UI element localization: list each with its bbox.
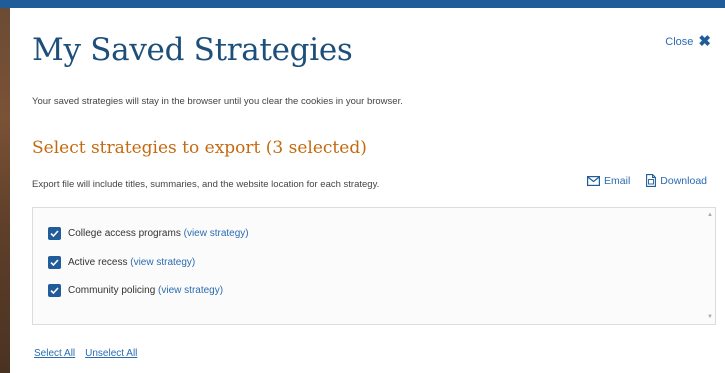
envelope-icon: [587, 175, 601, 186]
export-actions: Email Download: [587, 174, 707, 187]
email-label: Email: [604, 174, 631, 187]
download-button[interactable]: Download: [646, 174, 707, 187]
saved-strategies-modal: My Saved Strategies Close ✖ Your saved s…: [10, 8, 725, 373]
list-item: College access programs (view strategy): [48, 227, 249, 240]
close-label: Close: [665, 35, 694, 48]
checkmark-icon: [50, 287, 59, 294]
strategy-checkbox[interactable]: [48, 284, 61, 297]
email-button[interactable]: Email: [587, 174, 630, 187]
strategy-checkbox[interactable]: [48, 256, 61, 269]
strategy-name: Community policing: [68, 285, 156, 296]
view-strategy-link[interactable]: (view strategy): [158, 285, 223, 296]
list-item: Active recess (view strategy): [48, 256, 195, 269]
strategy-name: Active recess: [68, 257, 128, 268]
strategy-list: College access programs (view strategy) …: [32, 207, 716, 325]
view-strategy-link[interactable]: (view strategy): [184, 228, 249, 239]
unselect-all-link[interactable]: Unselect All: [85, 348, 137, 359]
strategy-name: College access programs: [68, 228, 181, 239]
close-button[interactable]: Close ✖: [665, 34, 711, 49]
top-accent-bar: [0, 0, 725, 8]
strategy-checkbox[interactable]: [48, 227, 61, 240]
view-strategy-link[interactable]: (view strategy): [130, 257, 195, 268]
scroll-up-icon[interactable]: ▲: [707, 212, 713, 218]
close-x-icon[interactable]: ✖: [698, 34, 711, 49]
list-item: Community policing (view strategy): [48, 284, 223, 297]
export-subtitle: Select strategies to export (3 selected): [32, 138, 367, 158]
scroll-down-icon[interactable]: ▼: [707, 314, 713, 320]
select-all-link[interactable]: Select All: [34, 348, 75, 359]
modal-title: My Saved Strategies: [32, 32, 353, 68]
background-edge: [0, 8, 10, 373]
document-download-icon: [646, 174, 657, 187]
export-note: Export file will include titles, summari…: [32, 179, 380, 190]
checkmark-icon: [50, 259, 59, 266]
list-scrollbar[interactable]: ▲ ▼: [705, 208, 715, 324]
selection-links: Select All Unselect All: [34, 348, 137, 359]
checkmark-icon: [50, 230, 59, 237]
download-label: Download: [660, 174, 707, 187]
intro-text: Your saved strategies will stay in the b…: [32, 96, 403, 107]
